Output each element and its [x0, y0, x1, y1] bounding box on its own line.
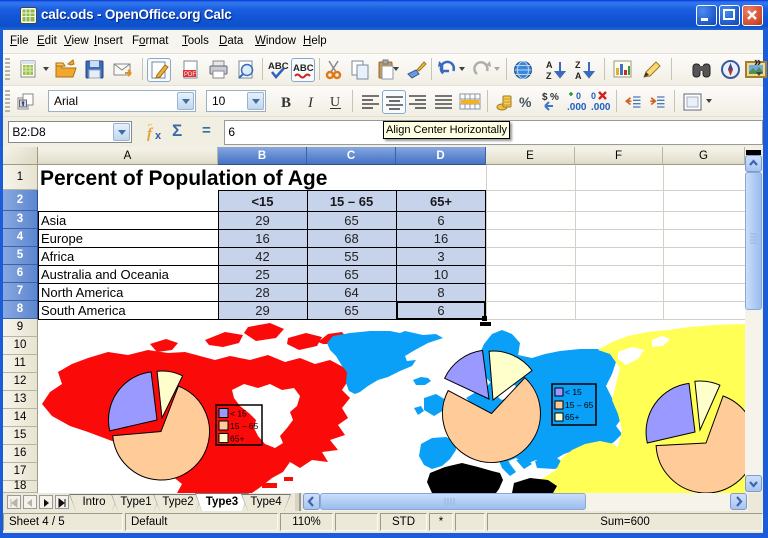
svg-text:x: x	[155, 130, 162, 142]
svg-text:15 – 65: 15 – 65	[565, 400, 594, 410]
svg-text:.000: .000	[567, 102, 587, 113]
svg-text:65+: 65+	[230, 434, 244, 444]
svg-text:%: %	[550, 92, 559, 103]
svg-text:B: B	[281, 95, 291, 111]
svg-text:65+: 65+	[565, 412, 579, 422]
svg-text:f: f	[147, 126, 154, 142]
svg-text:0: 0	[591, 91, 596, 101]
svg-text:ABC: ABC	[293, 63, 314, 74]
svg-text:< 15: < 15	[565, 387, 582, 397]
svg-text:.000: .000	[591, 102, 611, 113]
svg-text:I: I	[307, 95, 314, 111]
svg-text:0: 0	[576, 91, 581, 101]
svg-text:Z: Z	[546, 71, 552, 81]
svg-text:$: $	[542, 92, 548, 103]
svg-text:U: U	[330, 95, 340, 110]
svg-text:15 – 65: 15 – 65	[230, 421, 259, 431]
svg-text:ABC: ABC	[268, 61, 289, 72]
svg-text:A: A	[546, 60, 553, 70]
svg-text:A: A	[575, 71, 582, 81]
svg-text:< 15: < 15	[230, 409, 247, 419]
svg-text:PDF: PDF	[184, 72, 196, 78]
svg-text:%: %	[519, 94, 532, 110]
svg-text:Z: Z	[575, 60, 581, 70]
